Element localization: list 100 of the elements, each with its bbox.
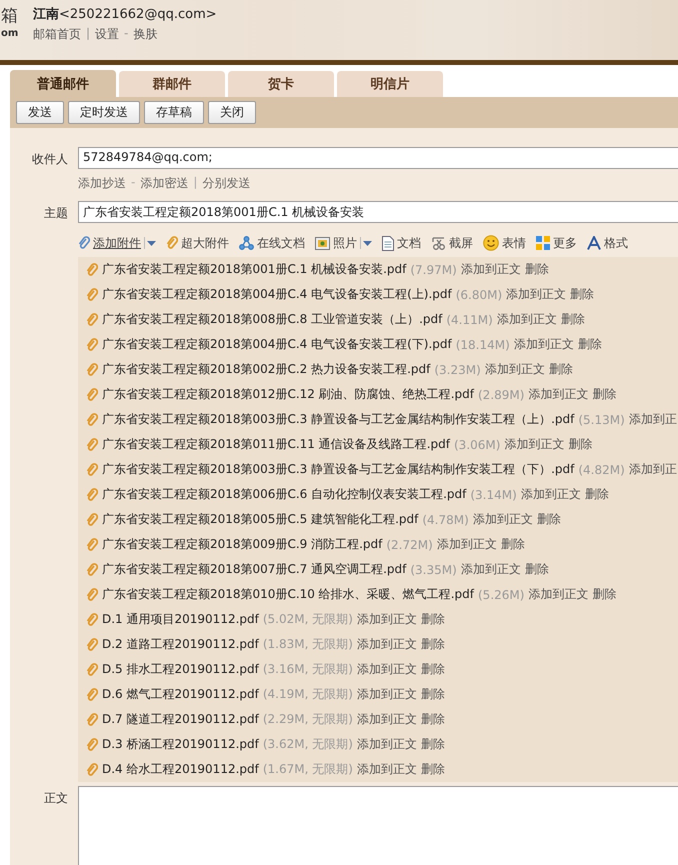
attachment-link[interactable]: 删除 — [524, 561, 549, 578]
toolbar-button[interactable]: 关闭 — [208, 101, 256, 124]
attachment-name: 广东省安装工程定额2018第004册C.4 电气设备安装工程(下).pdf — [102, 336, 452, 353]
attachment-link[interactable]: 添加到正文 — [472, 511, 533, 528]
caret-icon[interactable] — [147, 240, 156, 246]
attachment-link[interactable]: 删除 — [592, 386, 616, 403]
attachment-size: (4.11M) — [446, 312, 493, 326]
nav-link[interactable]: 设置 — [95, 26, 120, 43]
attachment-link[interactable]: 添加到正 — [628, 461, 677, 478]
attachment-link[interactable]: 删除 — [578, 336, 602, 353]
attachment-link[interactable]: 删除 — [584, 486, 609, 503]
attachment-size: (2.72M) — [386, 538, 433, 552]
paperclip-icon — [86, 738, 98, 752]
editor-tool[interactable]: 添加附件 — [93, 234, 156, 252]
attachment-size: (1.67M, 无限期) — [262, 761, 353, 778]
mail-type-tab[interactable]: 贺卡 — [228, 71, 334, 97]
attachment-link[interactable]: 删除 — [592, 586, 616, 603]
editor-tool[interactable]: 更多 — [553, 234, 577, 252]
attachment-link[interactable]: 添加到正文 — [460, 261, 521, 278]
subject-field[interactable]: 广东省安装工程定额2018第001册C.1 机械设备安装 — [78, 201, 678, 223]
attachment-name: D.2 道路工程20190112.pdf — [102, 636, 259, 653]
attachment-size: (4.78M) — [422, 512, 469, 526]
mail-type-tab[interactable]: 群邮件 — [119, 71, 225, 97]
message-body-field[interactable] — [78, 786, 678, 865]
attachment-link[interactable]: 删除 — [420, 661, 445, 678]
toolbar-button[interactable]: 存草稿 — [144, 101, 204, 124]
attachment-name: D.6 燃气工程20190112.pdf — [102, 686, 259, 703]
attachment-name: 广东省安装工程定额2018第008册C.8 工业管道安装（上）.pdf — [102, 311, 442, 328]
attachment-link[interactable]: 删除 — [420, 761, 445, 778]
attachment-link[interactable]: 删除 — [500, 536, 525, 553]
attachment-link[interactable]: 删除 — [420, 736, 445, 753]
field-label: 收件人 — [31, 151, 69, 168]
editor-tool[interactable]: 照片 — [333, 234, 372, 252]
attachment-link[interactable]: 删除 — [570, 286, 594, 303]
attachment-link[interactable]: 删除 — [420, 686, 445, 703]
attachment-size: (1.83M, 无限期) — [262, 636, 353, 653]
attachment-size: (3.06M) — [454, 438, 500, 452]
attachment-link[interactable]: 添加到正文 — [514, 336, 574, 353]
attachment-link[interactable]: 删除 — [560, 311, 585, 328]
toolbar-button[interactable]: 发送 — [16, 101, 64, 124]
attachment-link[interactable]: 删除 — [536, 511, 561, 528]
attachment-size: (5.13M) — [578, 412, 625, 426]
attachment-link[interactable]: 删除 — [420, 611, 445, 628]
caret-icon[interactable] — [363, 240, 372, 246]
nav-link[interactable]: 分别发送 — [202, 175, 250, 192]
attachment-size: (7.97M) — [410, 262, 457, 276]
nav-link[interactable]: 添加密送 — [140, 175, 188, 192]
nav-link[interactable]: 邮箱首页 — [33, 26, 81, 43]
attachment-link[interactable]: 添加到正文 — [356, 636, 417, 653]
logo-text: om — [1, 28, 18, 39]
paperclip-icon — [86, 488, 98, 502]
paperclip-icon — [166, 236, 178, 250]
separator: | — [193, 175, 198, 191]
attachment-link[interactable]: 添加到正文 — [356, 661, 417, 678]
paperclip-icon — [86, 438, 98, 452]
attachment-link[interactable]: 删除 — [420, 711, 445, 728]
attachment-name: 广东省安装工程定额2018第010册C.10 给排水、采暖、燃气工程.pdf — [102, 586, 474, 603]
attachment-link[interactable]: 添加到正文 — [436, 536, 497, 553]
editor-tool[interactable]: 表情 — [502, 234, 526, 252]
attachment-link[interactable]: 删除 — [420, 636, 445, 653]
attachment-link[interactable]: 添加到正文 — [528, 586, 588, 603]
editor-tool[interactable]: 格式 — [604, 234, 628, 252]
separator: - — [124, 26, 128, 42]
paperclip-icon — [86, 362, 98, 376]
attachment-link[interactable]: 添加到正文 — [460, 561, 521, 578]
toolbar-button[interactable]: 定时发送 — [68, 101, 140, 124]
attachment-link[interactable]: 添加到正文 — [528, 386, 588, 403]
editor-tool[interactable]: 截屏 — [449, 234, 473, 252]
attachment-size: (3.23M) — [434, 362, 481, 376]
attachment-link[interactable]: 添加到正文 — [506, 286, 566, 303]
attachment-size: (2.29M, 无限期) — [262, 711, 353, 728]
attachment-link[interactable]: 删除 — [524, 261, 549, 278]
attachment-name: 广东省安装工程定额2018第005册C.5 建筑智能化工程.pdf — [102, 511, 418, 528]
attachment-link[interactable]: 添加到正文 — [356, 761, 417, 778]
paperclip-icon — [86, 512, 98, 526]
editor-tool[interactable]: 文档 — [397, 234, 421, 252]
attachment-link[interactable]: 添加到正文 — [356, 611, 417, 628]
nav-link[interactable]: 添加抄送 — [78, 175, 126, 192]
scissors-icon — [431, 236, 446, 250]
editor-tool[interactable]: 在线文档 — [257, 234, 305, 252]
mail-type-tab[interactable]: 普通邮件 — [10, 70, 116, 97]
attachment-link[interactable]: 添加到正文 — [484, 361, 545, 378]
editor-tool[interactable]: 超大附件 — [181, 234, 229, 252]
attachment-size: (18.14M) — [456, 338, 510, 352]
attachment-link[interactable]: 添加到正文 — [504, 436, 564, 453]
attachment-link[interactable]: 添加到正 — [628, 411, 677, 428]
paperclip-icon — [86, 412, 98, 426]
attachment-link[interactable]: 添加到正文 — [520, 486, 581, 503]
logo-text: 箱 — [1, 5, 18, 28]
attachment-link[interactable]: 添加到正文 — [356, 711, 417, 728]
attachment-link[interactable]: 删除 — [568, 436, 592, 453]
mail-type-tab[interactable]: 明信片 — [337, 71, 443, 97]
attachment-name: 广东省安装工程定额2018第001册C.1 机械设备安装.pdf — [102, 261, 406, 278]
attachment-link[interactable]: 添加到正文 — [356, 736, 417, 753]
recipient-field[interactable]: 572849784@qq.com; — [78, 147, 678, 169]
nav-link[interactable]: 换肤 — [133, 26, 158, 43]
attachment-link[interactable]: 添加到正文 — [496, 311, 557, 328]
attachment-link[interactable]: 删除 — [548, 361, 573, 378]
attachment-link[interactable]: 添加到正文 — [356, 686, 417, 703]
paperclip-icon — [86, 338, 98, 352]
